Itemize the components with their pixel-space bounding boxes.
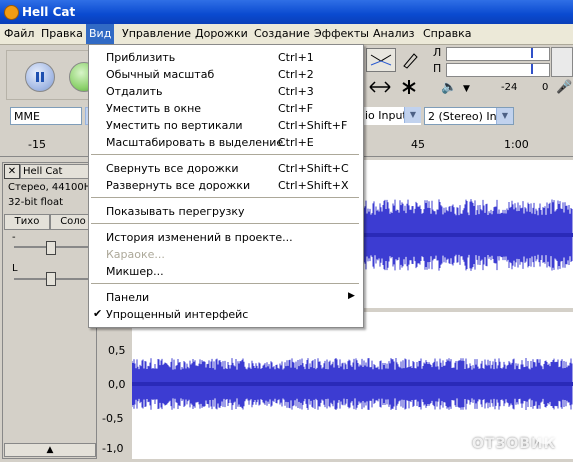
menu-item-history[interactable]: История изменений в проекте... (106, 231, 293, 244)
window-title: Hell Cat (22, 5, 76, 19)
channels-value: 2 (Stereo) Inp (428, 110, 504, 123)
menu-item-collapse-tracks[interactable]: Свернуть все дорожки (106, 162, 239, 175)
shortcut: Ctrl+Shift+X (278, 179, 349, 192)
menu-item-toolbars[interactable]: Панели (106, 291, 149, 304)
submenu-arrow-icon: ▶ (348, 291, 355, 301)
meter-left-bar (446, 47, 550, 61)
menu-item-fit-vertical[interactable]: Уместить по вертикали (106, 119, 243, 132)
gain-minus-label: - (12, 232, 16, 243)
collapse-button[interactable]: ▲ (4, 443, 96, 457)
menu-analyze[interactable]: Анализ (373, 27, 415, 40)
meter-left-peak (531, 48, 533, 58)
ruler-label: 45 (411, 138, 425, 151)
menu-item-mixer[interactable]: Микшер... (106, 265, 164, 278)
menu-effects[interactable]: Эффекты (314, 27, 369, 40)
mute-button[interactable]: Тихо (4, 214, 50, 230)
amp-label: -0,5 (102, 412, 124, 425)
envelope-tool[interactable] (366, 48, 396, 72)
menu-item-zoom-selection[interactable]: Масштабировать в выделение (106, 136, 283, 149)
asterisk-icon (402, 80, 416, 94)
view-menu-dropdown: Приблизить Ctrl+1 Обычный масштаб Ctrl+2… (88, 44, 364, 328)
pan-slider-thumb[interactable] (46, 272, 56, 286)
track-name-button[interactable]: Hell Cat (20, 164, 96, 179)
speaker-icon: 🔈 (441, 80, 458, 95)
menu-item-expand-tracks[interactable]: Развернуть все дорожки (106, 179, 250, 192)
timeshift-tool[interactable] (366, 76, 394, 98)
amp-label: 0,5 (108, 344, 126, 357)
envelope-icon (370, 54, 392, 66)
input-source-value: dio Input (358, 109, 407, 122)
shortcut: Ctrl+E (278, 136, 314, 149)
menu-view[interactable]: Вид (86, 24, 115, 44)
shortcut: Ctrl+F (278, 102, 314, 115)
microphone-icon: 🎤 (556, 80, 573, 95)
amp-label: 0,0 (108, 378, 126, 391)
pause-button[interactable] (25, 62, 55, 92)
shortcut: Ctrl+Shift+F (278, 119, 348, 132)
menu-separator (91, 197, 359, 198)
menu-item-show-clipping[interactable]: Показывать перегрузку (106, 205, 245, 218)
host-select-value: MME (14, 110, 40, 123)
gain-slider-thumb[interactable] (46, 241, 56, 255)
menu-item-simplified-ui[interactable]: Упрощенный интерфейс (106, 308, 248, 321)
shortcut: Ctrl+Shift+C (278, 162, 349, 175)
track-name: Hell Cat (23, 166, 63, 177)
menu-control[interactable]: Управление (122, 27, 191, 40)
shortcut: Ctrl+3 (278, 85, 314, 98)
chevron-down-icon: ▼ (404, 107, 421, 123)
menu-file[interactable]: Файл (4, 27, 34, 40)
input-source-select[interactable]: dio Input ▼ (355, 107, 421, 125)
db-mark-zero: 0 (542, 82, 549, 93)
db-mark-minus24: -24 (501, 82, 518, 93)
draw-tool[interactable] (396, 48, 422, 70)
menu-item-zoom-out[interactable]: Отдалить (106, 85, 162, 98)
menu-item-zoom-in[interactable]: Приблизить (106, 51, 175, 64)
multi-tool[interactable] (396, 76, 422, 98)
menu-item-zoom-normal[interactable]: Обычный масштаб (106, 68, 214, 81)
menu-separator (91, 223, 359, 224)
menu-tracks[interactable]: Дорожки (195, 27, 248, 40)
amp-label: -1,0 (102, 442, 124, 455)
ruler-label: 1:00 (504, 138, 529, 151)
meter-right-bar (446, 63, 550, 77)
track-format: Стерео, 44100Н (8, 182, 92, 193)
chevron-down-icon: ▼ (496, 108, 513, 124)
pan-left-label: L (12, 263, 18, 274)
menu-edit[interactable]: Правка (41, 27, 83, 40)
shortcut: Ctrl+2 (278, 68, 314, 81)
checkmark-icon: ✔ (93, 307, 103, 320)
menu-separator (91, 154, 359, 155)
menu-item-karaoke: Караоке... (106, 248, 165, 261)
host-select[interactable]: MME (10, 107, 82, 125)
pencil-icon (403, 53, 418, 69)
meter-scroll[interactable] (551, 47, 573, 77)
track-bitdepth: 32-bit float (8, 197, 64, 208)
shortcut: Ctrl+1 (278, 51, 314, 64)
menu-help[interactable]: Справка (423, 27, 471, 40)
channels-select[interactable]: 2 (Stereo) Inp ▼ (424, 107, 514, 125)
app-icon (4, 5, 19, 20)
title-bar: Hell Cat (0, 0, 573, 24)
meter-right-label: П (433, 62, 442, 75)
menu-separator (91, 283, 359, 284)
double-arrow-icon (369, 81, 391, 93)
close-track-button[interactable]: ✕ (4, 164, 20, 179)
ruler-label: -15 (28, 138, 46, 151)
menu-generate[interactable]: Создание (254, 27, 310, 40)
watermark-logo (532, 414, 558, 444)
meter-right-peak (531, 64, 533, 74)
menu-item-fit-window[interactable]: Уместить в окне (106, 102, 201, 115)
speaker-dropdown-icon[interactable]: ▼ (463, 84, 470, 94)
menu-bar: Файл Правка Вид Управление Дорожки Созда… (0, 24, 573, 45)
meter-left-label: Л (433, 46, 442, 59)
